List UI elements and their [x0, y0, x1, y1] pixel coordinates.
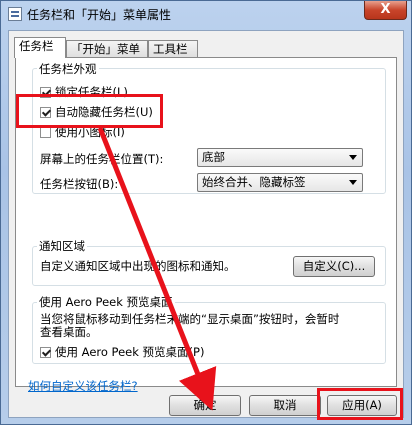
position-label: 屏幕上的任务栏位置(T):: [40, 152, 164, 166]
tab-start-menu-label: 「开始」菜单: [71, 42, 140, 56]
tab-taskbar[interactable]: 任务栏: [14, 37, 66, 58]
autohide-taskbar-label: 自动隐藏任务栏(U): [55, 105, 153, 119]
tab-start-menu[interactable]: 「开始」菜单: [66, 40, 148, 58]
tab-taskbar-label: 任务栏: [19, 39, 54, 53]
close-button[interactable]: X: [364, 1, 407, 20]
appearance-group-title: 任务栏外观: [37, 61, 99, 77]
dialog-client: 任务栏 「开始」菜单 工具栏 任务栏外观 锁定任务栏(L) 自动隐藏任务栏(U)…: [8, 30, 404, 418]
buttons-dropdown[interactable]: 始终合并、隐藏标签: [197, 173, 363, 192]
small-icons-label: 使用小图标(I): [55, 125, 125, 139]
tab-panel-taskbar: 任务栏外观 锁定任务栏(L) 自动隐藏任务栏(U) 使用小图标(I) 屏幕上的任…: [15, 57, 397, 393]
help-link[interactable]: 如何自定义该任务栏?: [28, 378, 138, 394]
position-dropdown-value: 底部: [202, 150, 225, 164]
chevron-down-icon: [349, 180, 357, 185]
aero-description-line2: 查看桌面。: [40, 325, 98, 339]
notify-group-title: 通知区域: [37, 238, 87, 254]
customize-button[interactable]: 自定义(C)...: [293, 256, 375, 277]
aero-group-title: 使用 Aero Peek 预览桌面: [37, 294, 175, 310]
chevron-down-icon: [349, 155, 357, 160]
autohide-taskbar-checkbox[interactable]: [40, 107, 51, 118]
buttons-label: 任务栏按钮(B):: [40, 177, 119, 191]
properties-window: 任务栏和「开始」菜单属性 X 任务栏 「开始」菜单 工具栏 任务栏外观 锁定任务…: [0, 0, 412, 425]
ok-button[interactable]: 确定: [169, 395, 241, 416]
lock-taskbar-label: 锁定任务栏(L): [55, 85, 128, 99]
lock-taskbar-checkbox[interactable]: [40, 87, 51, 98]
lock-taskbar-option[interactable]: 锁定任务栏(L): [40, 85, 128, 99]
buttons-dropdown-value: 始终合并、隐藏标签: [202, 175, 306, 189]
apply-button[interactable]: 应用(A): [327, 395, 397, 416]
window-title: 任务栏和「开始」菜单属性: [27, 8, 172, 22]
aero-peek-label: 使用 Aero Peek 预览桌面(P): [55, 345, 205, 359]
small-icons-checkbox[interactable]: [40, 127, 51, 138]
tab-toolbars[interactable]: 工具栏: [148, 40, 198, 58]
title-bar[interactable]: 任务栏和「开始」菜单属性 X: [1, 1, 411, 29]
aero-peek-option[interactable]: 使用 Aero Peek 预览桌面(P): [40, 345, 204, 359]
notify-description: 自定义通知区域中出现的图标和通知。: [40, 259, 236, 273]
tab-toolbars-label: 工具栏: [153, 42, 188, 56]
aero-peek-checkbox[interactable]: [40, 347, 51, 358]
window-app-icon: [8, 7, 22, 21]
position-dropdown[interactable]: 底部: [197, 148, 363, 167]
small-icons-option[interactable]: 使用小图标(I): [40, 125, 125, 139]
autohide-taskbar-option[interactable]: 自动隐藏任务栏(U): [40, 105, 153, 119]
cancel-button[interactable]: 取消: [249, 395, 321, 416]
